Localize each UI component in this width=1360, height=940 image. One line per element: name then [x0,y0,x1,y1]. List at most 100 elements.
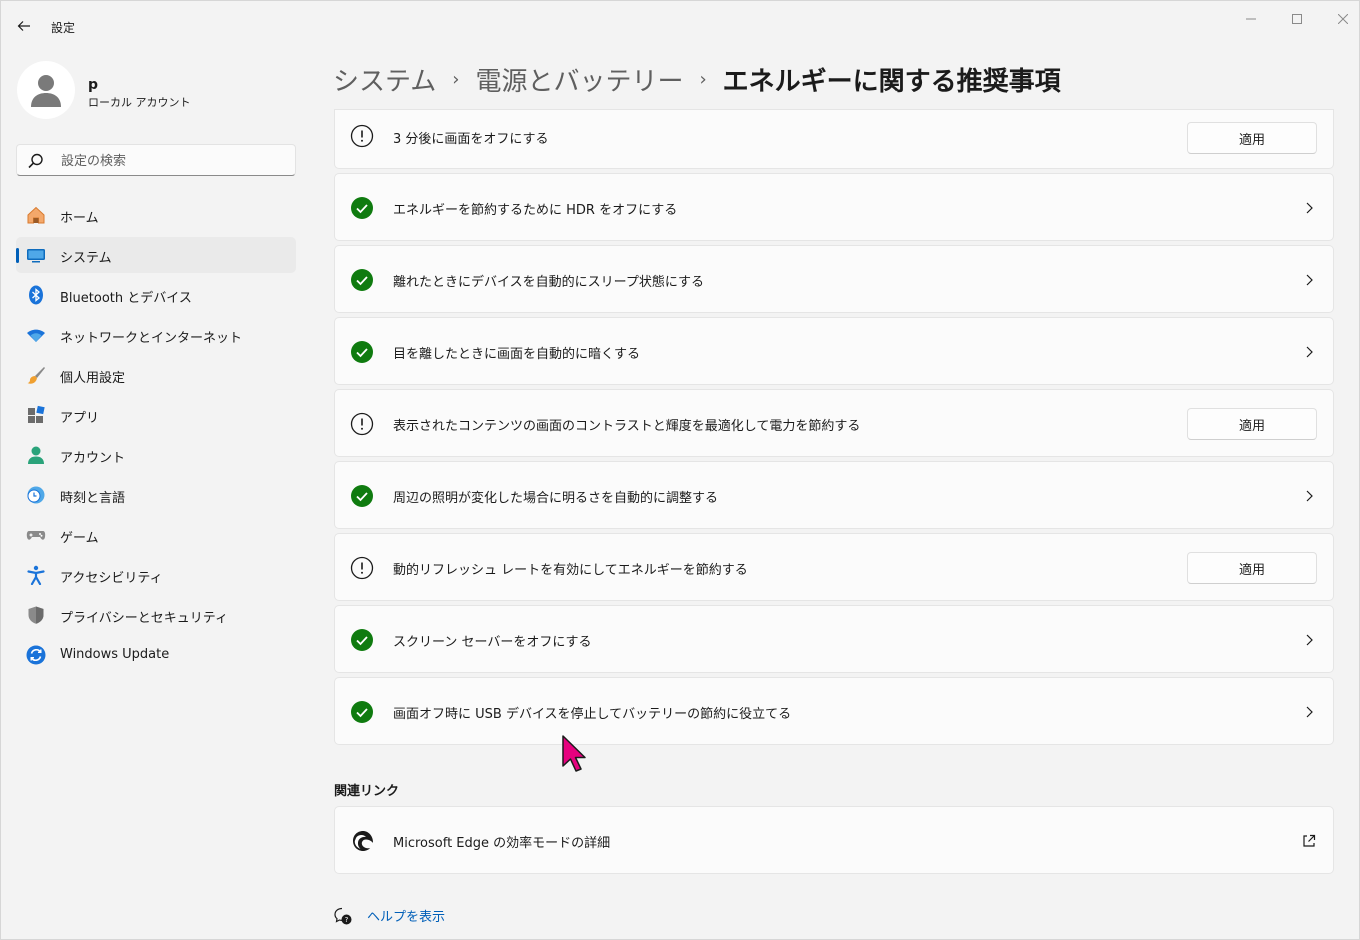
checkmark-circle-icon [351,269,373,291]
checkmark-circle-icon [351,485,373,507]
recommendation-label: スクリーン セーバーをオフにする [393,635,592,650]
avatar [17,61,75,119]
help-row: ? ヘルプを表示 [334,906,445,925]
sidebar-item-time-language[interactable]: 時刻と言語 [16,477,296,513]
apply-button[interactable]: 適用 [1187,122,1317,154]
sidebar-item-label: アプリ [60,411,100,426]
recommendation-item[interactable]: 周辺の照明が変化した場合に明るさを自動的に調整する [334,461,1334,529]
sidebar-item-privacy[interactable]: プライバシーとセキュリティ [16,597,296,633]
recommendation-item: 3 分後に画面をオフにする 適用 [334,109,1334,169]
recommendation-label: 3 分後に画面をオフにする [393,132,549,147]
breadcrumb-separator: › [699,68,707,90]
recommendation-label: 離れたときにデバイスを自動的にスリープ状態にする [393,275,704,290]
recommendation-item[interactable]: エネルギーを節約するために HDR をオフにする [334,173,1334,241]
checkmark-circle-icon [351,701,373,723]
maximize-icon [1292,14,1302,24]
chevron-right-icon [1306,490,1313,502]
breadcrumb: システム › 電源とバッテリー › エネルギーに関する推奨事項 [333,59,1061,99]
wifi-icon [26,325,46,345]
recommendation-label: エネルギーを節約するために HDR をオフにする [393,203,678,218]
minimize-button[interactable] [1241,9,1261,29]
home-icon [26,205,46,225]
recommendation-item[interactable]: スクリーン セーバーをオフにする [334,605,1334,673]
sidebar-item-personalization[interactable]: 個人用設定 [16,357,296,393]
sidebar-item-label: ゲーム [60,531,99,546]
sidebar-item-label: Windows Update [60,647,170,662]
sidebar-item-label: 個人用設定 [60,371,126,386]
chevron-right-icon [1306,346,1313,358]
apps-icon [26,405,46,425]
sidebar-item-label: ホーム [60,211,99,226]
minimize-icon [1246,18,1256,20]
settings-search [16,144,296,176]
sidebar-item-label: アクセシビリティ [60,571,163,586]
sidebar-item-network[interactable]: ネットワークとインターネット [16,317,296,353]
sidebar-item-gaming[interactable]: ゲーム [16,517,296,553]
sidebar-item-label: システム [60,251,112,266]
sidebar-nav: ホーム システム Bluetooth とデバイス ネットワークとインターネット … [16,197,296,677]
recommendation-item[interactable]: 目を離したときに画面を自動的に暗くする [334,317,1334,385]
close-icon [1338,14,1348,24]
page-title: エネルギーに関する推奨事項 [722,66,1061,97]
recommendation-list: 3 分後に画面をオフにする 適用 エネルギーを節約するために HDR をオフにす… [334,109,1334,749]
search-icon [28,153,43,169]
help-link[interactable]: ヘルプを表示 [367,906,445,925]
sidebar-item-label: 時刻と言語 [60,491,126,506]
maximize-button[interactable] [1287,9,1307,29]
sidebar-item-accessibility[interactable]: アクセシビリティ [16,557,296,593]
recommendation-label: 目を離したときに画面を自動的に暗くする [393,347,641,362]
breadcrumb-system[interactable]: システム [333,61,436,98]
profile-name: p [88,77,99,93]
sidebar-item-home[interactable]: ホーム [16,197,296,233]
close-button[interactable] [1333,9,1353,29]
sidebar-item-label: Bluetooth とデバイス [60,291,192,306]
recommendation-label: 表示されたコンテンツの画面のコントラストと輝度を最適化して電力を節約する [393,419,861,434]
edge-icon [353,831,374,851]
checkmark-circle-icon [351,341,373,363]
sidebar-item-apps[interactable]: アプリ [16,397,296,433]
checkmark-circle-icon [351,629,373,651]
mouse-pointer-icon [562,735,586,772]
breadcrumb-power-battery[interactable]: 電源とバッテリー [475,61,683,98]
gamepad-icon [26,525,46,545]
sidebar-item-bluetooth[interactable]: Bluetooth とデバイス [16,277,296,313]
brush-icon [26,365,46,385]
checkmark-circle-icon [351,197,373,219]
title-bar: 設定 [1,1,1359,49]
warning-icon [350,412,374,436]
sidebar-item-accounts[interactable]: アカウント [16,437,296,473]
back-arrow-icon [17,21,30,31]
chevron-right-icon [1306,706,1313,718]
sidebar-item-label: アカウント [60,451,126,466]
recommendation-item: 動的リフレッシュ レートを有効にしてエネルギーを節約する 適用 [334,533,1334,601]
apply-button[interactable]: 適用 [1187,552,1317,584]
recommendation-item[interactable]: 離れたときにデバイスを自動的にスリープ状態にする [334,245,1334,313]
user-profile[interactable]: p ローカル アカウント [17,61,297,121]
accessibility-icon [26,565,46,585]
time-language-icon [26,485,46,505]
recommendation-item[interactable]: 画面オフ時に USB デバイスを停止してバッテリーの節約に役立てる [334,677,1334,745]
sidebar-item-label: ネットワークとインターネット [60,331,243,346]
apply-button[interactable]: 適用 [1187,408,1317,440]
chevron-right-icon [1306,202,1313,214]
search-input[interactable] [61,151,281,171]
back-button[interactable] [11,13,37,39]
external-link-icon [1303,834,1316,847]
sidebar-item-system[interactable]: システム [16,237,296,273]
app-title: 設定 [51,21,76,35]
warning-icon [350,124,374,148]
sidebar-item-windows-update[interactable]: Windows Update [16,637,296,673]
user-silhouette-icon [31,75,61,107]
recommendation-item: 表示されたコンテンツの画面のコントラストと輝度を最適化して電力を節約する 適用 [334,389,1334,457]
link-label: Microsoft Edge の効率モードの詳細 [393,836,611,851]
chevron-right-icon [1306,634,1313,646]
recommendation-label: 画面オフ時に USB デバイスを停止してバッテリーの節約に役立てる [393,707,792,722]
sidebar-item-label: プライバシーとセキュリティ [60,611,228,626]
related-links-heading: 関連リンク [334,784,400,799]
edge-efficiency-link[interactable]: Microsoft Edge の効率モードの詳細 [334,806,1334,874]
shield-icon [26,605,46,625]
help-chat-icon: ? [334,907,352,924]
profile-account-type: ローカル アカウント [88,96,191,109]
system-icon [26,245,46,265]
chevron-right-icon [1306,274,1313,286]
